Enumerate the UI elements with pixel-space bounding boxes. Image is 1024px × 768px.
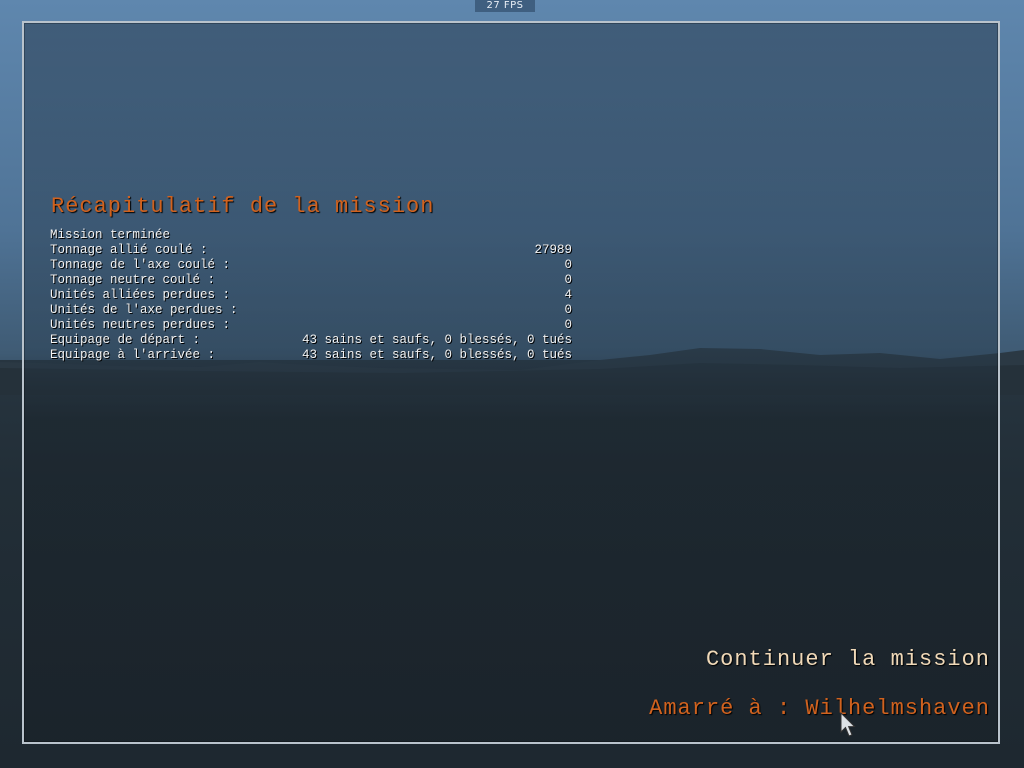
arrow-cursor-icon bbox=[840, 712, 856, 737]
stat-label: Mission terminée bbox=[50, 228, 171, 242]
stat-row: Equipage de départ : 43 sains et saufs, 0… bbox=[50, 333, 572, 348]
stat-label: Tonnage neutre coulé : bbox=[50, 273, 216, 287]
stat-row: Unités neutres perdues : 0 bbox=[50, 318, 572, 333]
stat-value: 4 bbox=[564, 288, 572, 302]
stat-row: Unités alliées perdues : 4 bbox=[50, 288, 572, 303]
mission-summary-panel bbox=[22, 21, 1000, 744]
stat-value: 27989 bbox=[534, 243, 572, 257]
page-title: Récapitulatif de la mission bbox=[51, 194, 435, 219]
stat-value: 0 bbox=[564, 273, 572, 287]
stat-row: Unités de l'axe perdues : 0 bbox=[50, 303, 572, 318]
stat-label: Equipage à l'arrivée : bbox=[50, 348, 216, 362]
stat-row: Tonnage allié coulé : 27989 bbox=[50, 243, 572, 258]
stat-label: Tonnage de l'axe coulé : bbox=[50, 258, 231, 272]
mission-stats: Mission terminée Tonnage allié coulé : 27… bbox=[50, 228, 572, 363]
stat-label: Unités alliées perdues : bbox=[50, 288, 231, 302]
stat-value: 43 sains et saufs, 0 blessés, 0 tués bbox=[301, 333, 572, 347]
stat-row: Tonnage neutre coulé : 0 bbox=[50, 273, 572, 288]
stat-row: Mission terminée bbox=[50, 228, 572, 243]
fps-counter: 27 FPS bbox=[475, 0, 535, 12]
stat-value: 0 bbox=[564, 258, 572, 272]
stat-label: Unités de l'axe perdues : bbox=[50, 303, 238, 317]
stat-value: 43 sains et saufs, 0 blessés, 0 tués bbox=[301, 348, 572, 362]
docked-port-label: Amarré à : Wilhelmshaven bbox=[649, 696, 990, 721]
stat-label: Equipage de départ : bbox=[50, 333, 201, 347]
continue-mission-button[interactable]: Continuer la mission bbox=[706, 647, 990, 672]
stat-row: Equipage à l'arrivée : 43 sains et saufs,… bbox=[50, 348, 572, 363]
stat-label: Tonnage allié coulé : bbox=[50, 243, 208, 257]
stat-value: 0 bbox=[564, 318, 572, 332]
stat-row: Tonnage de l'axe coulé : 0 bbox=[50, 258, 572, 273]
stat-label: Unités neutres perdues : bbox=[50, 318, 231, 332]
stat-value: 0 bbox=[564, 303, 572, 317]
